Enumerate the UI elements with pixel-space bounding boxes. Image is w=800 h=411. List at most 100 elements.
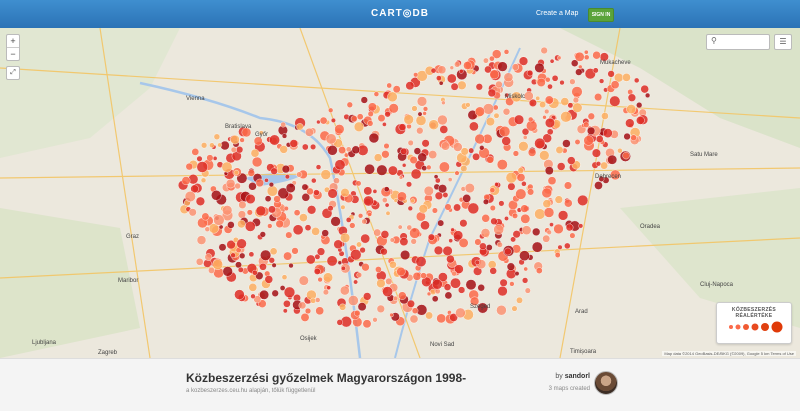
data-bubble[interactable] (255, 178, 264, 188)
data-bubble[interactable] (454, 61, 461, 68)
data-bubble[interactable] (420, 220, 430, 231)
data-bubble[interactable] (410, 198, 416, 204)
data-bubble[interactable] (412, 271, 422, 281)
data-bubble[interactable] (385, 277, 393, 285)
data-bubble[interactable] (367, 110, 374, 117)
data-bubble[interactable] (321, 229, 329, 237)
data-bubble[interactable] (410, 168, 422, 180)
data-bubble[interactable] (281, 165, 291, 174)
data-bubble[interactable] (545, 117, 556, 128)
data-bubble[interactable] (483, 198, 490, 205)
data-bubble[interactable] (353, 279, 358, 285)
data-bubble[interactable] (465, 279, 477, 291)
data-bubble[interactable] (195, 257, 204, 266)
data-bubble[interactable] (468, 147, 475, 154)
data-bubble[interactable] (426, 164, 432, 171)
data-bubble[interactable] (334, 124, 345, 135)
data-bubble[interactable] (328, 107, 334, 113)
data-bubble[interactable] (283, 286, 296, 298)
data-bubble[interactable] (469, 121, 479, 132)
data-bubble[interactable] (363, 292, 372, 301)
data-bubble[interactable] (474, 133, 485, 145)
data-bubble[interactable] (534, 208, 546, 220)
data-bubble[interactable] (316, 247, 326, 256)
data-bubble[interactable] (562, 139, 571, 148)
data-bubble[interactable] (300, 312, 310, 322)
data-bubble[interactable] (410, 238, 417, 245)
data-bubble[interactable] (208, 266, 215, 274)
data-bubble[interactable] (409, 314, 419, 324)
data-bubble[interactable] (382, 122, 387, 127)
data-bubble[interactable] (196, 235, 207, 245)
data-bubble[interactable] (636, 116, 645, 125)
data-bubble[interactable] (442, 192, 449, 198)
data-bubble[interactable] (458, 286, 466, 294)
data-bubble[interactable] (499, 278, 508, 287)
data-bubble[interactable] (430, 67, 437, 74)
data-bubble[interactable] (305, 254, 316, 265)
data-bubble[interactable] (527, 148, 537, 157)
data-bubble[interactable] (516, 173, 526, 182)
map-search-box[interactable]: ⚲ (706, 34, 770, 50)
data-bubble[interactable] (283, 205, 289, 211)
data-bubble[interactable] (449, 65, 454, 70)
data-bubble[interactable] (222, 205, 233, 216)
data-bubble[interactable] (549, 58, 555, 64)
data-bubble[interactable] (503, 49, 510, 55)
data-bubble[interactable] (363, 186, 373, 196)
data-bubble[interactable] (311, 227, 320, 236)
data-bubble[interactable] (489, 69, 500, 80)
data-bubble[interactable] (368, 132, 380, 144)
data-bubble[interactable] (313, 189, 320, 196)
data-bubble[interactable] (595, 135, 604, 143)
data-bubble[interactable] (554, 195, 563, 204)
data-bubble[interactable] (237, 266, 244, 273)
data-bubble[interactable] (587, 112, 595, 120)
data-bubble[interactable] (185, 162, 194, 171)
data-bubble[interactable] (603, 128, 613, 138)
data-bubble[interactable] (505, 172, 517, 184)
data-bubble[interactable] (259, 231, 266, 238)
data-bubble[interactable] (322, 289, 329, 296)
data-bubble[interactable] (373, 91, 380, 97)
data-bubble[interactable] (492, 104, 499, 111)
data-bubble[interactable] (557, 210, 569, 221)
data-bubble[interactable] (304, 224, 312, 231)
data-bubble[interactable] (307, 205, 317, 215)
data-bubble[interactable] (477, 284, 485, 292)
author-avatar[interactable] (594, 371, 618, 395)
data-bubble[interactable] (400, 249, 411, 260)
data-bubble[interactable] (499, 125, 511, 137)
data-bubble[interactable] (283, 299, 291, 308)
data-bubble[interactable] (479, 145, 485, 151)
data-bubble[interactable] (465, 102, 471, 108)
data-bubble[interactable] (436, 75, 442, 81)
data-bubble[interactable] (560, 97, 570, 106)
data-bubble[interactable] (239, 137, 245, 143)
data-bubble[interactable] (517, 167, 524, 174)
data-bubble[interactable] (521, 225, 532, 235)
data-bubble[interactable] (201, 212, 210, 221)
data-bubble[interactable] (356, 272, 363, 278)
data-bubble[interactable] (489, 267, 497, 275)
data-bubble[interactable] (296, 171, 303, 178)
data-bubble[interactable] (569, 232, 576, 239)
data-bubble[interactable] (384, 202, 390, 208)
data-bubble[interactable] (372, 189, 378, 194)
data-bubble[interactable] (496, 159, 508, 171)
data-bubble[interactable] (301, 143, 309, 151)
data-bubble[interactable] (418, 204, 428, 214)
create-map-link[interactable]: Create a Map (536, 0, 578, 28)
data-bubble[interactable] (222, 266, 233, 277)
data-bubble[interactable] (439, 125, 449, 134)
data-bubble[interactable] (387, 165, 398, 176)
data-bubble[interactable] (453, 203, 461, 212)
data-bubble[interactable] (553, 223, 564, 235)
data-bubble[interactable] (433, 174, 439, 179)
data-bubble[interactable] (383, 142, 390, 149)
data-bubble[interactable] (607, 70, 615, 78)
data-bubble[interactable] (453, 230, 464, 241)
data-bubble[interactable] (512, 212, 519, 219)
data-bubble[interactable] (211, 190, 222, 201)
data-bubble[interactable] (357, 302, 367, 312)
